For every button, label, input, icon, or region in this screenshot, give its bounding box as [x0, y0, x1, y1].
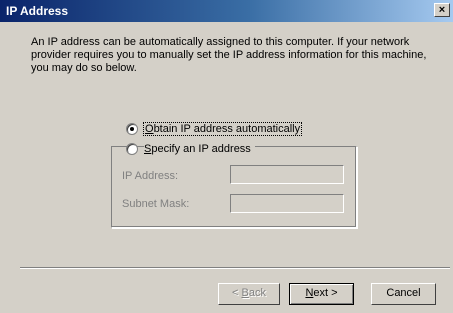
subnet-mask-label: Subnet Mask:: [122, 198, 190, 210]
obtain-automatically-label[interactable]: Obtain IP address automatically: [142, 122, 303, 136]
specify-ip-radio[interactable]: [126, 143, 138, 155]
ip-address-label: IP Address:: [122, 170, 179, 182]
back-button[interactable]: < Back: [218, 283, 280, 305]
obtain-automatically-radio[interactable]: [126, 123, 138, 135]
obtain-automatically-option[interactable]: Obtain IP address automatically: [126, 122, 303, 136]
ip-settings-group: [111, 146, 357, 228]
window-title: IP Address: [6, 4, 69, 18]
next-button[interactable]: Next >: [289, 283, 354, 305]
title-bar: IP Address ×: [0, 0, 453, 22]
ip-address-field[interactable]: [230, 165, 344, 184]
subnet-mask-field[interactable]: [230, 194, 344, 213]
specify-ip-option[interactable]: Specify an IP address: [126, 143, 255, 155]
intro-text: An IP address can be automatically assig…: [31, 36, 427, 74]
separator: [20, 267, 450, 269]
cancel-button[interactable]: Cancel: [371, 283, 436, 305]
specify-ip-label[interactable]: Specify an IP address: [144, 143, 255, 155]
close-icon: ×: [438, 4, 446, 16]
close-button[interactable]: ×: [434, 3, 450, 17]
